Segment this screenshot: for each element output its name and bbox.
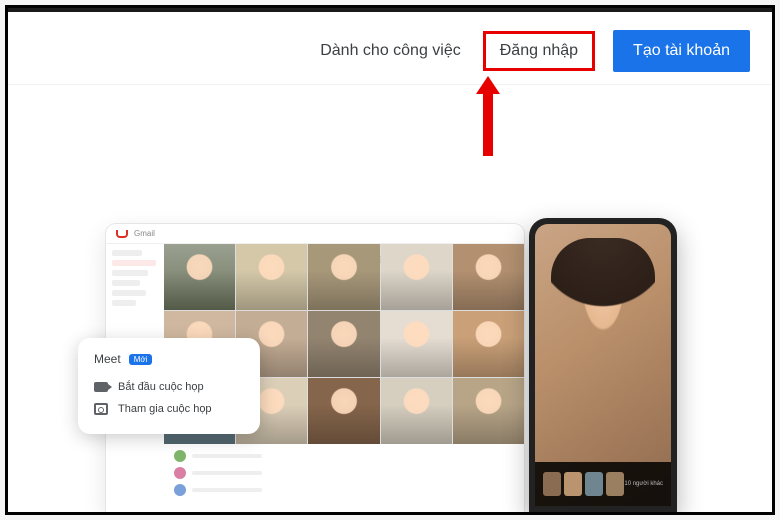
text-placeholder [192,488,262,492]
participant-tile [453,311,524,377]
join-meeting-label: Tham gia cuộc họp [118,403,212,415]
laptop-app-header: Gmail [106,224,524,244]
participant-tile [308,311,379,377]
sidebar-item-active [112,260,156,266]
start-meeting-button[interactable]: Bắt đầu cuộc họp [94,376,244,398]
thumb-tile [606,472,624,496]
arrow-up-icon [476,76,500,94]
browser-top-strip [8,8,772,12]
gmail-label: Gmail [134,229,155,238]
sidebar-item [112,270,148,276]
phone-mockup: 10 người khác [529,218,677,512]
header-nav: Dành cho công việc Đăng nhập Tạo tài kho… [8,12,772,85]
participant-tile [236,244,307,310]
phone-screen: 10 người khác [535,224,671,506]
person-illustration [551,238,655,398]
sidebar-item [112,290,146,296]
meet-title: Meet [94,352,121,366]
page: Dành cho công việc Đăng nhập Tạo tài kho… [8,8,772,512]
sidebar-item [112,280,140,286]
meet-popup: Meet Mới Bắt đầu cuộc họp Tham gia cuộc … [78,338,260,434]
sign-in-link[interactable]: Đăng nhập [483,31,595,71]
list-item [174,467,514,479]
participant-tile [308,378,379,444]
participant-tile [453,244,524,310]
start-meeting-label: Bắt đầu cuộc họp [118,381,204,393]
participant-thumbnails [543,472,624,496]
sidebar-item [112,300,136,306]
arrow-shaft [483,94,493,156]
gmail-list-preview [164,444,524,512]
self-video [535,224,671,462]
screenshot-frame: Dành cho công việc Đăng nhập Tạo tài kho… [5,5,775,515]
list-item [174,450,514,462]
hero-illustration: Gmail ⠿ ▦ [8,182,772,512]
join-meeting-button[interactable]: Tham gia cuộc họp [94,398,244,420]
list-item [174,484,514,496]
gmail-icon [116,230,128,238]
create-account-button[interactable]: Tạo tài khoản [613,30,750,72]
more-participants-label: 10 người khác [624,481,663,487]
thumb-tile [585,472,603,496]
highlight-arrow-annotation [476,76,500,156]
thumb-tile [543,472,561,496]
text-placeholder [192,454,262,458]
participant-tile [453,378,524,444]
participant-tile [381,378,452,444]
for-work-link[interactable]: Dành cho công việc [316,36,465,66]
thumb-tile [564,472,582,496]
keyboard-icon [94,403,108,415]
text-placeholder [192,471,262,475]
participant-tile [308,244,379,310]
avatar [174,467,186,479]
participant-tile [381,244,452,310]
video-camera-icon [94,382,108,392]
new-badge: Mới [129,354,153,365]
participant-tile [381,311,452,377]
avatar [174,450,186,462]
meet-popup-header: Meet Mới [94,352,244,366]
sidebar-item [112,250,142,256]
participant-tile [164,244,235,310]
phone-participants-bar: 10 người khác [535,462,671,506]
avatar [174,484,186,496]
